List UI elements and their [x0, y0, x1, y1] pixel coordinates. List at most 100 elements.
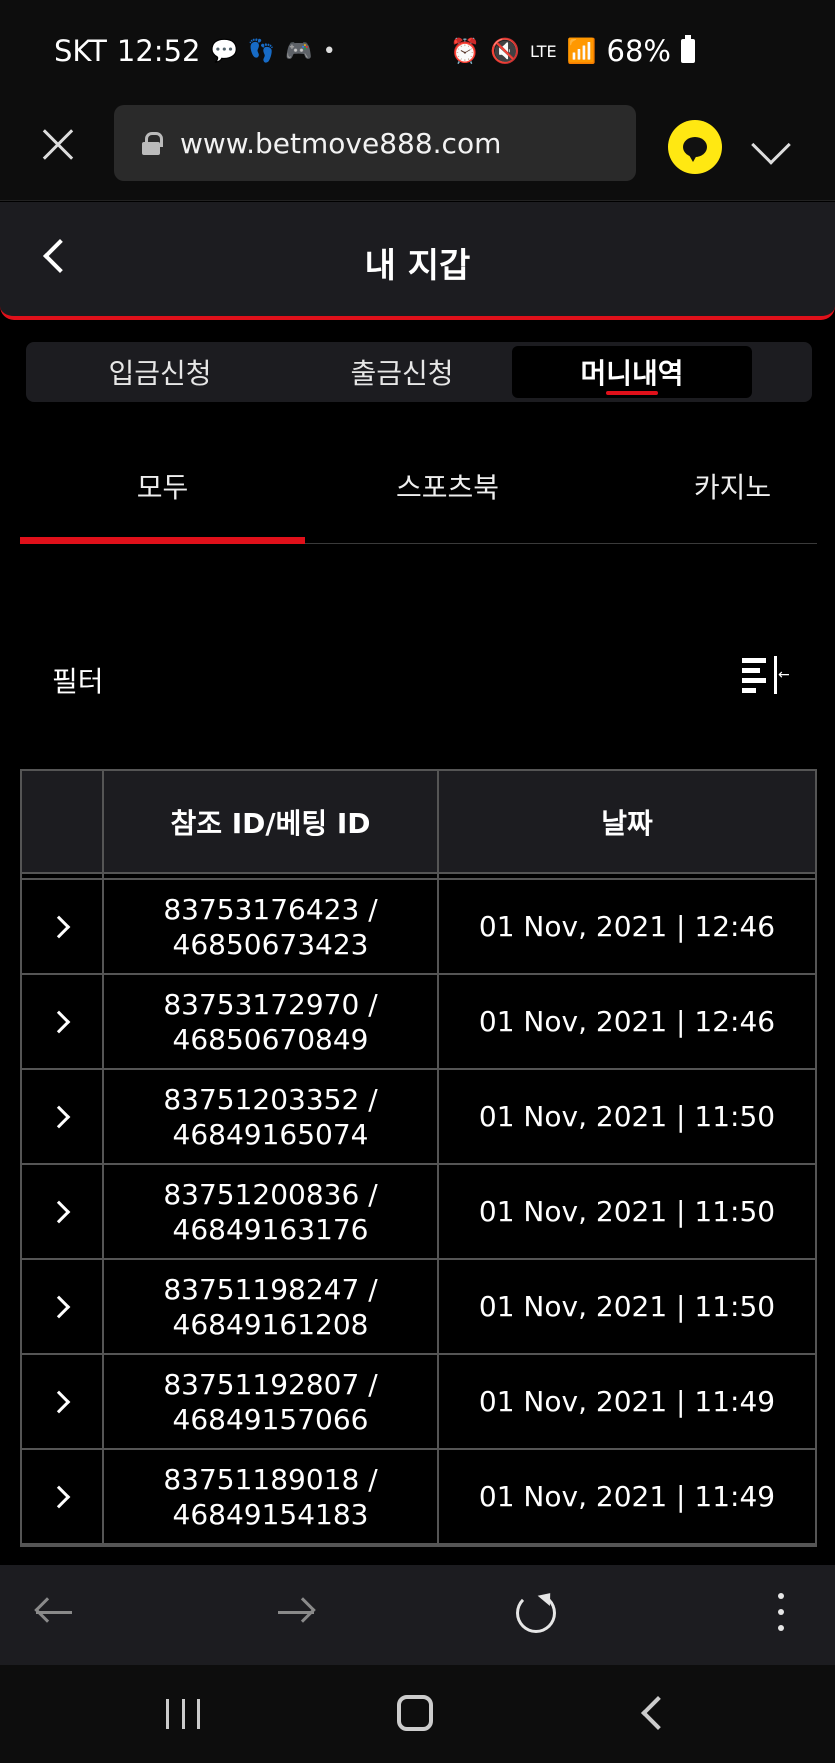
table-row[interactable]: 83751192807 / 46849157066 01 Nov, 2021 |… [22, 1355, 815, 1450]
close-icon[interactable] [36, 123, 80, 167]
bet-id: 46850673423 [172, 927, 369, 961]
table-header: 참조 ID/베팅 ID 날짜 [22, 771, 815, 874]
id-cell: 83753176423 / 46850673423 [104, 880, 439, 973]
signal-icon: 📶 [566, 37, 597, 65]
expand-button[interactable] [22, 1260, 104, 1353]
game-icon: 🎮 [285, 38, 313, 64]
status-left: SKT 12:52 💬 👣 🎮 • [54, 34, 336, 68]
home-icon[interactable] [397, 1695, 433, 1731]
dot-icon: • [322, 38, 336, 64]
bet-id: 46849154183 [172, 1497, 369, 1531]
history-table: 참조 ID/베팅 ID 날짜 83753176423 / 46850673423… [20, 769, 817, 1547]
ref-id: 83751189018 / [163, 1462, 378, 1496]
date-cell: 01 Nov, 2021 | 11:49 [478, 1385, 776, 1418]
browser-back-icon[interactable] [34, 1595, 74, 1631]
status-time: 12:52 [116, 34, 201, 68]
wallet-tabs: 입금신청 출금신청 머니내역 [26, 342, 812, 402]
id-cell: 83751203352 / 46849165074 [104, 1070, 439, 1163]
system-back-icon[interactable] [641, 1696, 675, 1730]
tab-withdraw[interactable]: 출금신청 [282, 346, 522, 398]
ref-id: 83751198247 / [163, 1272, 378, 1306]
id-cell: 83751192807 / 46849157066 [104, 1355, 439, 1448]
tab-deposit[interactable]: 입금신청 [40, 346, 280, 398]
expand-button[interactable] [22, 1355, 104, 1448]
tab-casino[interactable]: 카지노 [590, 466, 835, 506]
date-cell: 01 Nov, 2021 | 11:50 [478, 1195, 776, 1228]
header-id-col: 참조 ID/베팅 ID [104, 771, 439, 872]
id-cell: 83751189018 / 46849154183 [104, 1450, 439, 1543]
filter-toggle-icon[interactable]: ← [742, 656, 790, 694]
chevron-right-icon [47, 1485, 71, 1508]
ref-id: 83753176423 / [163, 892, 378, 926]
tab-sportsbook[interactable]: 스포츠북 [305, 466, 590, 506]
status-bar: SKT 12:52 💬 👣 🎮 • ⏰ 🔇 LTE 📶 68% [0, 0, 835, 105]
chevron-right-icon [47, 1010, 71, 1033]
bet-id: 46849165074 [172, 1117, 369, 1151]
tab-money-history-label: 머니내역 [580, 357, 684, 390]
browser-bar: www.betmove888.com [0, 105, 835, 201]
tab-all[interactable]: 모두 [20, 466, 305, 506]
expand-button[interactable] [22, 1165, 104, 1258]
kakao-chat-button[interactable] [668, 120, 722, 174]
mute-icon: 🔇 [490, 37, 521, 65]
id-cell: 83753172970 / 46850670849 [104, 975, 439, 1068]
date-cell: 01 Nov, 2021 | 11:49 [478, 1480, 776, 1513]
chat-icon: 💬 [210, 38, 238, 64]
table-row[interactable]: 83751203352 / 46849165074 01 Nov, 2021 |… [22, 1070, 815, 1165]
ref-id: 83751200836 / [163, 1177, 378, 1211]
expand-button[interactable] [22, 880, 104, 973]
chat-bubble-icon [683, 137, 707, 162]
chevron-right-icon [47, 1200, 71, 1223]
browser-bottom-nav [0, 1565, 835, 1665]
chevron-right-icon [47, 1390, 71, 1413]
page-title: 내 지갑 [364, 246, 471, 286]
chevron-right-icon [47, 915, 71, 938]
header-expand-col [22, 771, 104, 872]
id-cell: 83751198247 / 46849161208 [104, 1260, 439, 1353]
bet-id: 46850670849 [172, 1022, 369, 1056]
date-cell: 01 Nov, 2021 | 11:50 [478, 1100, 776, 1133]
table-row[interactable]: 83751189018 / 46849154183 01 Nov, 2021 |… [22, 1450, 815, 1545]
system-nav-bar [0, 1665, 835, 1763]
url-bar[interactable]: www.betmove888.com [114, 105, 636, 181]
browser-forward-icon[interactable] [276, 1595, 316, 1631]
battery-label: 68% [606, 34, 671, 68]
status-right: ⏰ 🔇 LTE 📶 68% [450, 34, 695, 68]
bet-id: 46849161208 [172, 1307, 369, 1341]
ref-id: 83753172970 / [163, 987, 378, 1021]
table-row[interactable]: 83753172970 / 46850670849 01 Nov, 2021 |… [22, 975, 815, 1070]
url-text: www.betmove888.com [180, 126, 502, 160]
carrier-label: SKT [54, 34, 107, 68]
reload-icon[interactable] [516, 1593, 556, 1633]
alarm-icon: ⏰ [450, 37, 481, 65]
date-cell: 01 Nov, 2021 | 12:46 [478, 1005, 776, 1038]
page-header: 내 지갑 [0, 202, 835, 320]
id-cell: 83751200836 / 46849163176 [104, 1165, 439, 1258]
footsteps-icon: 👣 [247, 38, 276, 64]
date-cell: 01 Nov, 2021 | 12:46 [478, 910, 776, 943]
chevron-down-icon[interactable] [751, 125, 791, 165]
tab-money-history[interactable]: 머니내역 [512, 346, 752, 398]
table-row[interactable]: 83751198247 / 46849161208 01 Nov, 2021 |… [22, 1260, 815, 1355]
expand-button[interactable] [22, 975, 104, 1068]
lock-icon [142, 132, 163, 155]
bet-id: 46849163176 [172, 1212, 369, 1246]
active-subtab-indicator [20, 537, 305, 544]
category-tabs: 모두 스포츠북 카지노 [20, 440, 817, 544]
table-row[interactable]: 83753176423 / 46850673423 01 Nov, 2021 |… [22, 880, 815, 975]
table-row[interactable]: 83751200836 / 46849163176 01 Nov, 2021 |… [22, 1165, 815, 1260]
date-cell: 01 Nov, 2021 | 11:50 [478, 1290, 776, 1323]
active-tab-underline [606, 391, 658, 395]
chevron-right-icon [47, 1105, 71, 1128]
ref-id: 83751192807 / [163, 1367, 378, 1401]
expand-button[interactable] [22, 1450, 104, 1543]
network-label: LTE [530, 41, 557, 61]
expand-button[interactable] [22, 1070, 104, 1163]
recents-icon[interactable] [166, 1699, 200, 1729]
more-options-icon[interactable] [778, 1593, 784, 1633]
bet-id: 46849157066 [172, 1402, 369, 1436]
filter-label: 필터 [52, 665, 104, 698]
chevron-right-icon [47, 1295, 71, 1318]
header-date-col: 날짜 [601, 806, 653, 840]
battery-icon [681, 35, 695, 63]
